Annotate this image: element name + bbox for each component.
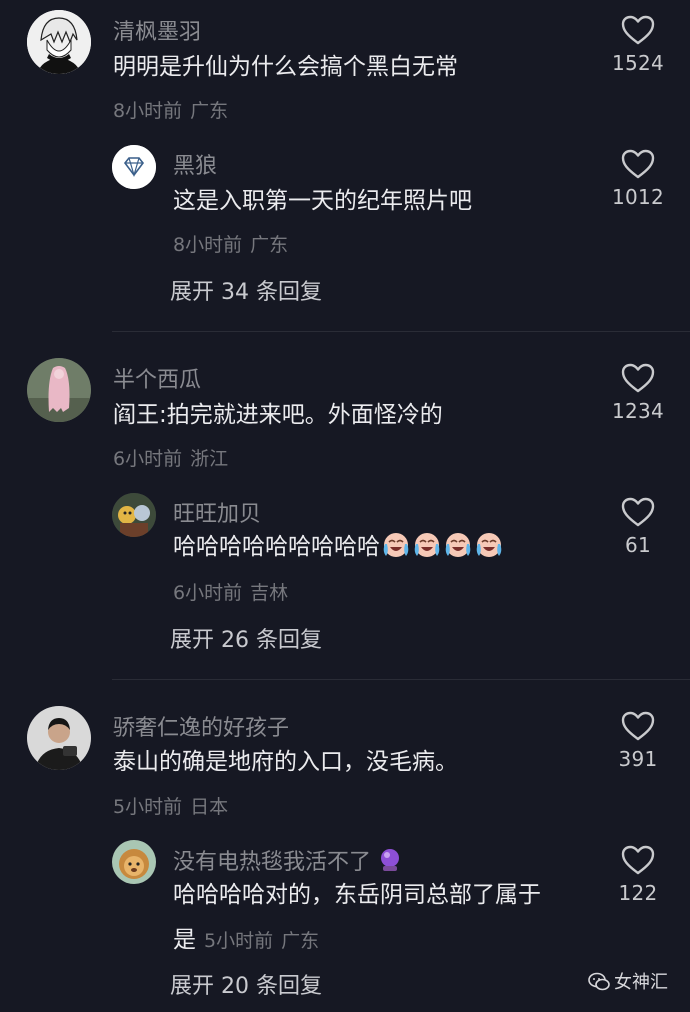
reply-username-text: 没有电热毯我活不了 [173,850,372,875]
reply-meta-line: 是 5小时前 广东 [173,920,319,954]
divider [112,331,690,332]
comment-meta: 5小时前 日本 [113,792,228,819]
comment-location: 浙江 [190,448,229,470]
like-count: 1234 [611,399,665,423]
like-button[interactable]: 61 [608,497,668,557]
reply-meta: 8小时前 广东 [173,230,288,257]
comment-text: 泰山的确是地府的入口，没毛病。 [113,749,458,775]
like-count: 391 [618,747,658,771]
like-count: 122 [618,881,658,905]
reply-username[interactable]: 旺旺加贝 [173,496,261,528]
reply-text-body: 哈哈哈哈哈哈哈哈哈 [173,534,380,560]
reply-time: 8小时前 [173,234,243,256]
ghost-figure-avatar[interactable] [27,358,91,422]
like-button[interactable]: 122 [608,845,668,905]
man-photo-avatar[interactable] [27,706,91,770]
like-count: 61 [624,533,652,557]
comment-username[interactable]: 骄奢仁逸的好孩子 [113,710,289,742]
reply-time: 5小时前 [204,930,274,952]
comment-meta: 6小时前 浙江 [113,444,228,471]
lion-avatar[interactable] [112,840,156,884]
like-button[interactable]: 1234 [608,363,668,423]
crystal-ball-emoji [381,849,400,871]
crying-laughing-emoji [381,530,411,560]
reply-text: 哈哈哈哈哈哈哈哈哈 [173,530,504,564]
crying-laughing-emoji [412,530,442,560]
comment-meta: 8小时前 广东 [113,96,228,123]
watermark-label: 女神汇 [614,972,668,993]
crying-laughing-emoji [474,530,504,560]
comment-text: 明明是升仙为什么会搞个黑白无常 [113,54,458,80]
reply-location: 广东 [281,930,320,952]
diamond-avatar[interactable] [112,145,156,189]
crying-laughing-emoji [443,530,473,560]
reply-location: 吉林 [250,582,289,604]
expand-replies-button[interactable]: 展开 34 条回复 [170,274,322,306]
comment-time: 5小时前 [113,796,183,818]
heart-icon [621,149,655,179]
comment-username[interactable]: 半个西瓜 [113,362,201,394]
divider [112,679,690,680]
reply-text: 这是入职第一天的纪年照片吧 [173,188,472,214]
heart-icon [621,15,655,45]
heart-icon [621,711,655,741]
expand-replies-button[interactable]: 展开 26 条回复 [170,622,322,654]
like-button[interactable]: 1524 [608,15,668,75]
reply-text: 哈哈哈哈对的，东岳阴司总部了属于 [173,882,541,908]
reply-text-line2: 是 [173,927,196,953]
reply-time: 6小时前 [173,582,243,604]
reply-meta: 6小时前 吉林 [173,578,288,605]
watermark: 女神汇 [588,968,668,994]
comment-text: 阎王:拍完就进来吧。外面怪冷的 [113,402,443,428]
expand-replies-button[interactable]: 展开 20 条回复 [170,968,322,1000]
wechat-icon [588,972,610,991]
like-button[interactable]: 391 [608,711,668,771]
like-count: 1524 [611,51,665,75]
cartoon-avatar[interactable] [112,493,156,537]
comment-username[interactable]: 清枫墨羽 [113,14,201,46]
heart-icon [621,845,655,875]
anime-boy-avatar[interactable] [27,10,91,74]
comment-time: 8小时前 [113,100,183,122]
comment-location: 广东 [190,100,229,122]
comment-time: 6小时前 [113,448,183,470]
reply-username[interactable]: 没有电热毯我活不了 [173,844,403,876]
like-button[interactable]: 1012 [608,149,668,209]
like-count: 1012 [611,185,665,209]
reply-location: 广东 [250,234,289,256]
reply-username[interactable]: 黑狼 [173,148,217,180]
heart-icon [621,497,655,527]
heart-icon [621,363,655,393]
comment-location: 日本 [190,796,229,818]
